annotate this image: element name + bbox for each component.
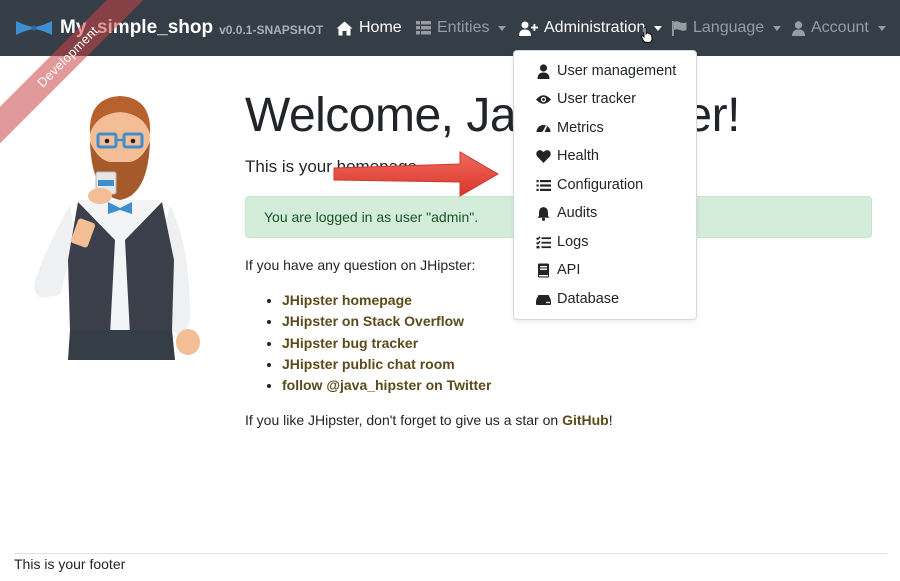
github-star-prefix: If you like JHipster, don't forget to gi… (245, 412, 563, 428)
menu-item-label: Metrics (557, 120, 604, 136)
menu-item-user-management[interactable]: User management (536, 60, 676, 82)
menu-item-label: Database (557, 291, 620, 307)
user-plus-icon (519, 21, 538, 36)
home-icon (336, 21, 353, 35)
user-icon (792, 20, 805, 36)
link-jhipster-homepage[interactable]: JHipster homepage (282, 292, 412, 308)
list-item: JHipster on Stack Overflow (282, 311, 491, 332)
tachometer-icon (536, 124, 551, 133)
nav-administration-label: Administration (544, 19, 646, 36)
book-icon (538, 263, 549, 277)
bell-icon (537, 206, 550, 221)
chevron-down-icon (654, 25, 663, 31)
logo-icon (16, 21, 52, 35)
hipster-mascot-image (34, 96, 200, 360)
link-github[interactable]: GitHub (562, 412, 609, 428)
hand-cursor-icon (641, 27, 653, 43)
link-chat-room[interactable]: JHipster public chat room (282, 356, 455, 372)
nav-entities-label: Entities (437, 19, 490, 36)
chevron-down-icon (877, 25, 886, 31)
github-star-suffix: ! (608, 412, 613, 428)
menu-item-label: Audits (557, 205, 598, 221)
chevron-down-icon (498, 25, 507, 31)
nav-language[interactable]: Language (672, 0, 782, 56)
list-item: JHipster homepage (282, 290, 491, 311)
question-text: If you have any question on JHipster: (245, 257, 476, 273)
th-list-icon (416, 21, 431, 35)
menu-item-label: API (557, 262, 581, 278)
footer-divider (14, 553, 887, 554)
menu-item-label: Logs (557, 234, 589, 250)
menu-item-label: Health (557, 148, 599, 164)
link-stack-overflow[interactable]: JHipster on Stack Overflow (282, 313, 464, 329)
menu-item-label: User tracker (557, 91, 636, 107)
brand-link[interactable]: My_simple_shop v0.0.1-SNAPSHOT (14, 0, 323, 56)
menu-item-label: User management (557, 63, 677, 79)
menu-item-api[interactable]: API (536, 259, 580, 281)
menu-item-user-tracker[interactable]: User tracker (536, 88, 636, 110)
link-bug-tracker[interactable]: JHipster bug tracker (282, 335, 418, 351)
menu-item-configuration[interactable]: Configuration (536, 174, 643, 196)
logged-in-alert-text: You are logged in as user "admin". (264, 209, 479, 225)
chevron-down-icon (773, 25, 782, 31)
tasks-icon (536, 235, 551, 248)
navbar: My_simple_shop v0.0.1-SNAPSHOT Home Enti… (0, 0, 900, 56)
hdd-icon (536, 294, 551, 305)
menu-item-logs[interactable]: Logs (536, 231, 588, 253)
administration-dropdown-menu: User management User tracker Metrics Hea… (513, 50, 697, 320)
nav-language-label: Language (693, 19, 765, 36)
user-icon (537, 63, 550, 79)
flag-icon (672, 20, 687, 36)
list-item: JHipster bug tracker (282, 333, 491, 354)
red-arrow-icon (333, 151, 499, 197)
nav-account[interactable]: Account (792, 0, 886, 56)
menu-item-label: Configuration (557, 177, 644, 193)
footer-text: This is your footer (14, 556, 126, 572)
heart-icon (536, 149, 551, 163)
brand-name: My_simple_shop (60, 17, 214, 38)
nav-account-label: Account (811, 19, 869, 36)
menu-item-health[interactable]: Health (536, 145, 599, 167)
menu-item-metrics[interactable]: Metrics (536, 117, 604, 139)
github-star-text: If you like JHipster, don't forget to gi… (245, 412, 613, 428)
list-item: JHipster public chat room (282, 354, 491, 375)
nav-entities[interactable]: Entities (416, 0, 507, 56)
jhipster-links-list: JHipster homepage JHipster on Stack Over… (245, 290, 491, 396)
nav-home-label: Home (359, 19, 402, 36)
eye-icon (536, 94, 551, 104)
link-twitter[interactable]: follow @java_hipster on Twitter (282, 377, 491, 393)
list-icon (536, 179, 551, 191)
nav-home[interactable]: Home (336, 0, 402, 56)
brand-version: v0.0.1-SNAPSHOT (219, 22, 324, 37)
menu-item-database[interactable]: Database (536, 288, 619, 310)
menu-item-audits[interactable]: Audits (536, 202, 597, 224)
list-item: follow @java_hipster on Twitter (282, 375, 491, 396)
